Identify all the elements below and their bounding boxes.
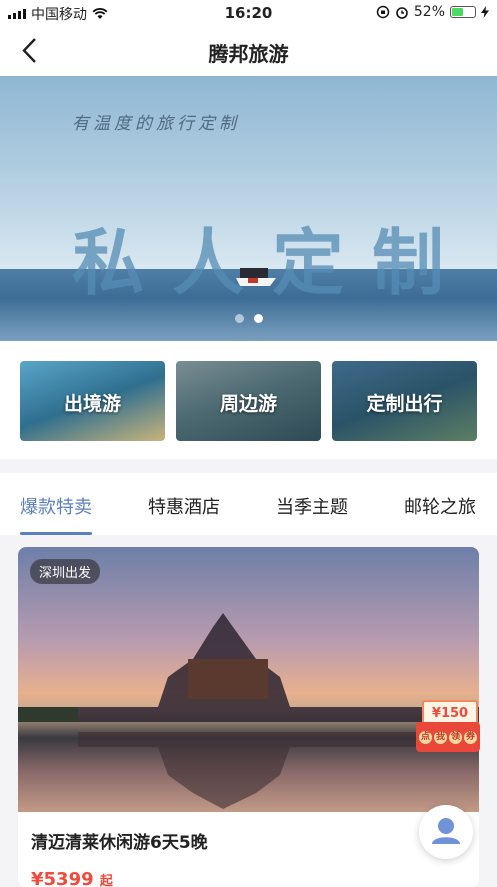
tab-active-indicator bbox=[20, 532, 92, 535]
nav-bar: 腾邦旅游 bbox=[0, 26, 497, 76]
coupon-char: 点 bbox=[419, 730, 432, 744]
battery-percent: 52% bbox=[413, 4, 445, 20]
category-outbound[interactable]: 出境游 bbox=[20, 361, 165, 441]
carousel-dot[interactable] bbox=[234, 314, 244, 323]
category-custom[interactable]: 定制出行 bbox=[332, 361, 477, 441]
price-suffix: 起 bbox=[99, 874, 113, 887]
user-icon bbox=[432, 818, 460, 844]
category-label: 定制出行 bbox=[366, 393, 443, 415]
coupon-char: 领 bbox=[449, 730, 462, 744]
carousel-dot[interactable] bbox=[253, 314, 263, 323]
customer-service-button[interactable] bbox=[419, 805, 473, 859]
coupon-button[interactable]: ¥150 点 我 领 券 bbox=[416, 692, 480, 754]
page-title: 腾邦旅游 bbox=[208, 42, 289, 66]
alarm-icon bbox=[396, 7, 408, 19]
price-value: ¥5399 bbox=[31, 869, 94, 887]
category-nearby[interactable]: 周边游 bbox=[176, 361, 321, 441]
tab-seasonal[interactable]: 当季主题 bbox=[276, 493, 348, 519]
tab-bar: 爆款特卖 特惠酒店 当季主题 邮轮之旅 bbox=[0, 473, 497, 535]
coupon-char: 券 bbox=[464, 730, 477, 744]
coupon-char: 我 bbox=[434, 730, 447, 744]
status-bar: 中国移动 16:20 52% bbox=[0, 0, 497, 26]
boat-image bbox=[236, 268, 276, 286]
banner-slogan: 有温度的旅行定制 bbox=[72, 114, 240, 134]
product-photo: 深圳出发 bbox=[18, 547, 479, 812]
orientation-lock-icon bbox=[376, 5, 390, 19]
tab-hotels[interactable]: 特惠酒店 bbox=[148, 493, 220, 519]
battery-icon bbox=[450, 6, 476, 18]
coupon-label: 点 我 领 券 bbox=[416, 722, 480, 752]
product-name: 清迈清莱休闲游6天5晚 bbox=[31, 833, 208, 853]
charging-icon bbox=[481, 6, 489, 18]
product-price: ¥5399 起 bbox=[31, 869, 113, 887]
category-label: 出境游 bbox=[63, 393, 121, 415]
carousel-dots bbox=[0, 314, 497, 323]
banner-title: 私人定制 bbox=[72, 221, 473, 305]
status-right: 52% bbox=[376, 4, 489, 20]
product-card[interactable]: 深圳出发 清迈清莱休闲游6天5晚 ¥5399 起 bbox=[18, 547, 479, 887]
category-label: 周边游 bbox=[219, 393, 277, 415]
category-row: 出境游 周边游 定制出行 bbox=[0, 341, 497, 459]
tab-cruise[interactable]: 邮轮之旅 bbox=[404, 493, 476, 519]
temple-image bbox=[18, 613, 479, 809]
departure-badge: 深圳出发 bbox=[30, 559, 101, 584]
tab-hot-deals[interactable]: 爆款特卖 bbox=[20, 493, 92, 519]
hero-banner[interactable]: 有温度的旅行定制 私人定制 bbox=[0, 76, 497, 341]
